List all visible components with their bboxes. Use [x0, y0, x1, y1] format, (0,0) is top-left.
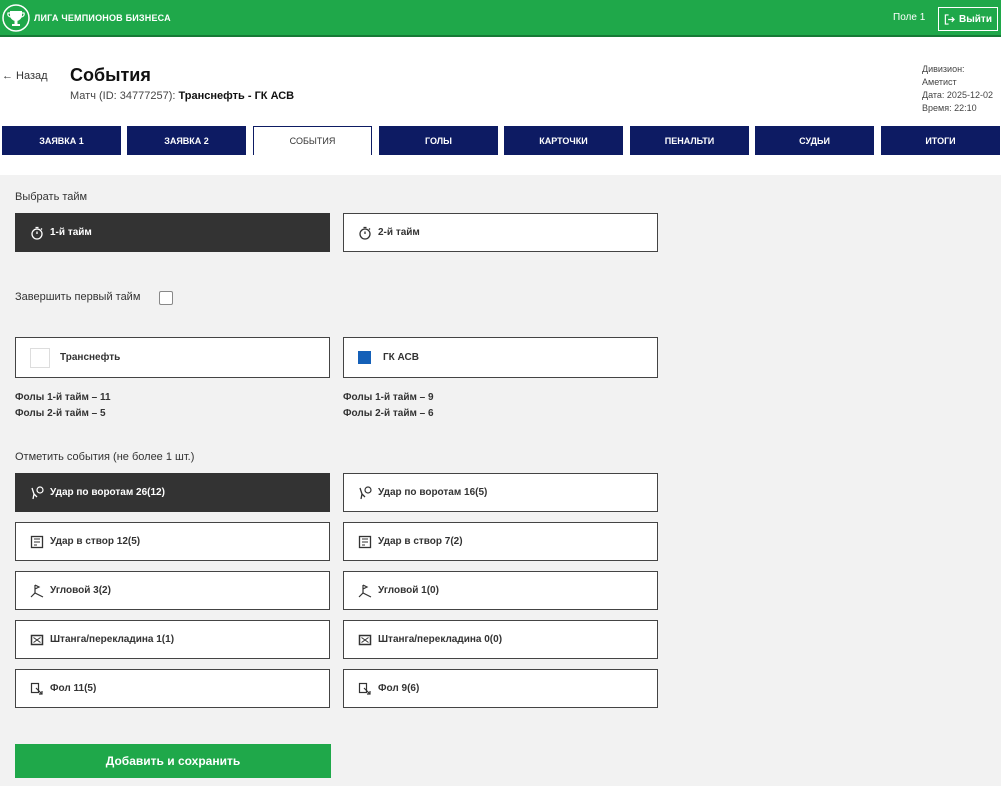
tab-penalties[interactable]: ПЕНАЛЬТИ — [630, 126, 749, 155]
page-title: События — [70, 65, 151, 85]
team-left-name: Транснефть — [60, 352, 121, 363]
event-label: Фол 11(5) — [50, 683, 97, 694]
event-on-target-right[interactable]: Удар в створ 7(2) — [343, 522, 658, 561]
event-corner-left[interactable]: Угловой 3(2) — [15, 571, 330, 610]
tab-referees[interactable]: СУДЬИ — [755, 126, 874, 155]
fouls-first-half: Фолы 1-й тайм – 11 — [15, 392, 111, 403]
event-shot-left[interactable]: Удар по воротам 26(12) — [15, 473, 330, 512]
team-color-swatch — [358, 351, 371, 364]
trophy-logo-icon — [2, 4, 30, 32]
team-left-button[interactable]: Транснефть — [15, 337, 330, 378]
event-post-right[interactable]: Штанга/перекладина 0(0) — [343, 620, 658, 659]
post-icon — [358, 634, 372, 645]
stopwatch-icon — [31, 226, 43, 240]
event-on-target-left[interactable]: Удар в створ 12(5) — [15, 522, 330, 561]
match-id: Матч (ID: 34777257): — [70, 90, 176, 102]
post-icon — [30, 634, 44, 645]
fouls-first-half: Фолы 1-й тайм – 9 — [343, 392, 434, 403]
shot-icon — [31, 485, 44, 499]
event-label: Удар по воротам 26(12) — [50, 487, 165, 498]
top-bar: ЛИГА ЧЕМПИОНОВ БИЗНЕСА Поле 1 Выйти — [0, 0, 1001, 37]
events-label: Отметить события (не более 1 шт.) — [15, 451, 195, 463]
event-shot-right[interactable]: Удар по воротам 16(5) — [343, 473, 658, 512]
field-label: Поле 1 — [893, 12, 926, 23]
tab-goals[interactable]: ГОЛЫ — [379, 126, 498, 155]
foul-icon — [358, 682, 371, 695]
match-meta: Дивизион: Аметист Дата: 2025-12-02 Время… — [922, 63, 1001, 115]
first-half-label: 1-й тайм — [50, 227, 92, 238]
division-label: Дивизион: Аметист — [922, 64, 965, 87]
brand-name: ЛИГА ЧЕМПИОНОВ БИЗНЕСА — [34, 13, 171, 23]
on-target-icon — [358, 535, 372, 548]
tab-cards[interactable]: КАРТОЧКИ — [504, 126, 623, 155]
date-label: Дата: 2025-12-02 — [922, 90, 993, 100]
tab-zayavka-1[interactable]: ЗАЯВКА 1 — [2, 126, 121, 155]
tab-bar: ЗАЯВКА 1 ЗАЯВКА 2 СОБЫТИЯ ГОЛЫ КАРТОЧКИ … — [0, 126, 1001, 155]
event-label: Удар в створ 7(2) — [378, 536, 463, 547]
event-label: Фол 9(6) — [378, 683, 420, 694]
finish-half-checkbox[interactable] — [159, 291, 173, 305]
tab-zayavka-2[interactable]: ЗАЯВКА 2 — [127, 126, 246, 155]
stopwatch-icon — [359, 226, 371, 240]
half-select-label: Выбрать тайм — [15, 191, 88, 203]
first-half-button[interactable]: 1-й тайм — [15, 213, 330, 252]
team-left-fouls: Фолы 1-й тайм – 11 Фолы 2-й тайм – 5 — [15, 390, 111, 422]
on-target-icon — [30, 535, 44, 548]
shot-icon — [359, 485, 372, 499]
event-foul-left[interactable]: Фол 11(5) — [15, 669, 330, 708]
fouls-second-half: Фолы 2-й тайм – 6 — [343, 408, 434, 419]
tab-events[interactable]: СОБЫТИЯ — [253, 126, 372, 155]
back-link[interactable]: ← Назад — [2, 70, 48, 82]
event-post-left[interactable]: Штанга/перекладина 1(1) — [15, 620, 330, 659]
corner-icon — [358, 583, 372, 598]
logout-icon — [944, 13, 955, 25]
finish-half-label: Завершить первый тайм — [15, 291, 141, 303]
second-half-label: 2-й тайм — [378, 227, 420, 238]
event-label: Угловой 3(2) — [50, 585, 111, 596]
fouls-second-half: Фолы 2-й тайм – 5 — [15, 408, 106, 419]
team-right-button[interactable]: ГК АСВ — [343, 337, 658, 378]
foul-icon — [30, 682, 43, 695]
time-label: Время: 22:10 — [922, 103, 977, 113]
add-and-save-button[interactable]: Добавить и сохранить — [15, 744, 331, 778]
corner-icon — [30, 583, 44, 598]
match-teams: Транснефть - ГК АСВ — [178, 90, 295, 102]
second-half-button[interactable]: 2-й тайм — [343, 213, 658, 252]
logout-label: Выйти — [959, 13, 992, 25]
event-corner-right[interactable]: Угловой 1(0) — [343, 571, 658, 610]
tab-results[interactable]: ИТОГИ — [881, 126, 1000, 155]
team-right-name: ГК АСВ — [383, 352, 419, 363]
event-label: Удар в створ 12(5) — [50, 536, 141, 547]
team-color-swatch — [30, 347, 50, 368]
match-info: Матч (ID: 34777257): Транснефть - ГК АСВ — [70, 90, 294, 102]
logout-button[interactable]: Выйти — [938, 7, 998, 31]
event-label: Штанга/перекладина 0(0) — [378, 634, 503, 645]
event-foul-right[interactable]: Фол 9(6) — [343, 669, 658, 708]
team-right-fouls: Фолы 1-й тайм – 9 Фолы 2-й тайм – 6 — [343, 390, 434, 422]
event-label: Штанга/перекладина 1(1) — [50, 634, 175, 645]
event-label: Удар по воротам 16(5) — [378, 487, 488, 498]
event-label: Угловой 1(0) — [378, 585, 439, 596]
